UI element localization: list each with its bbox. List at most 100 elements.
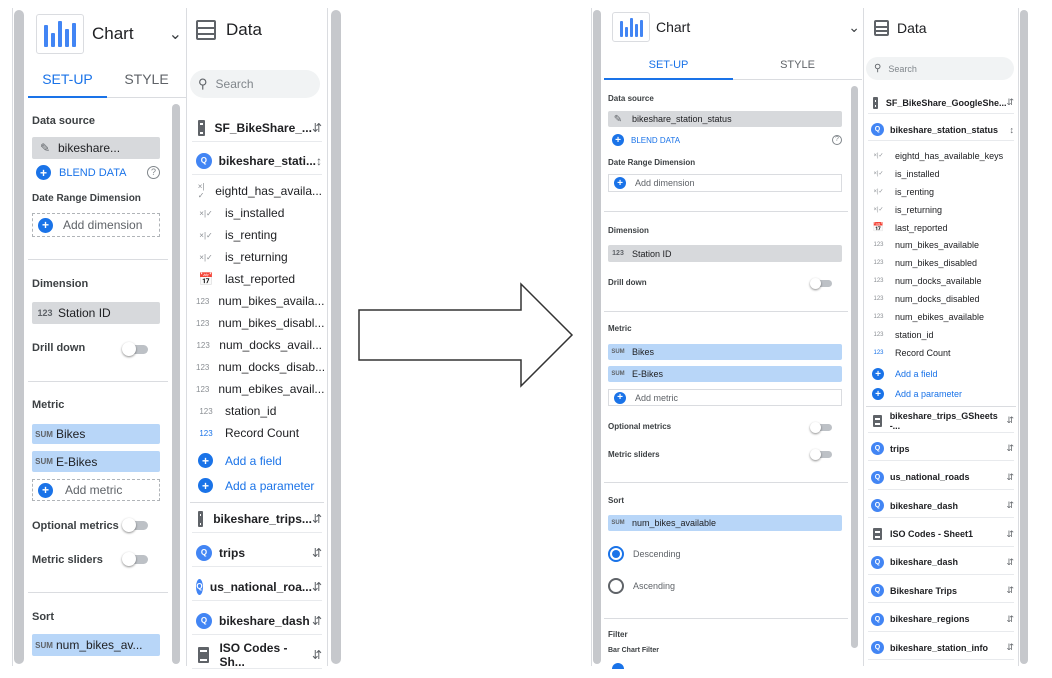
add-dimension-button[interactable]: + Add dimension xyxy=(608,174,842,192)
expand-icon[interactable]: ⇵ xyxy=(312,546,322,560)
field-item[interactable]: 123 Record Count xyxy=(871,344,1014,362)
source-item[interactable]: Qtrips ⇵ xyxy=(192,539,322,567)
expand-icon[interactable]: ⇵ xyxy=(1006,443,1014,454)
field-item[interactable]: ×|✓ eightd_has_available_keys xyxy=(871,147,1014,165)
data-source-chip[interactable]: ✎ bikeshare_station_status xyxy=(608,111,842,127)
chevron-down-icon[interactable]: ⌄ xyxy=(848,19,860,36)
source-item[interactable]: ISO Codes - Sheet1 ⇵ xyxy=(868,523,1014,547)
metric-sliders-toggle[interactable] xyxy=(122,552,148,566)
expand-icon[interactable]: ⇵ xyxy=(312,512,322,526)
tab-style[interactable]: STYLE xyxy=(107,62,186,97)
field-item[interactable]: ×|✓ is_renting xyxy=(196,224,322,246)
source-item[interactable]: Qbikeshare_dash ⇵ xyxy=(868,494,1014,519)
expand-icon[interactable]: ⇵ xyxy=(312,648,322,662)
source-item[interactable]: Qbikeshare_station_info ⇵ xyxy=(868,636,1014,661)
source-bikeshare-station[interactable]: Q bikeshare_station_status ↕ xyxy=(868,119,1014,141)
chart-header[interactable]: Chart ⌄ xyxy=(36,14,182,54)
source-item[interactable]: Qtrips ⇵ xyxy=(868,437,1014,462)
field-item[interactable]: 123 num_bikes_disabled xyxy=(871,254,1014,272)
expand-icon[interactable]: ⇵ xyxy=(1006,585,1014,596)
collapse-icon[interactable]: ↕ xyxy=(1010,125,1015,135)
source-item[interactable]: Qbikeshare_dash ⇵ xyxy=(868,551,1014,575)
expand-icon[interactable]: ⇵ xyxy=(1006,415,1014,426)
source-item[interactable]: Qus_national_roads ⇵ xyxy=(868,466,1014,490)
sort-chip[interactable]: SUM num_bikes_available xyxy=(608,515,842,531)
expand-icon[interactable]: ⇵ xyxy=(1006,529,1014,540)
add-dimension-button[interactable]: + Add dimension xyxy=(32,213,160,237)
source-item[interactable]: bikeshare_trips_GSheets -... ⇵ xyxy=(868,409,1014,433)
radio-checked[interactable] xyxy=(608,546,624,562)
metric-chip-bikes[interactable]: SUM Bikes xyxy=(32,424,160,444)
outer-scrollbar-right[interactable] xyxy=(331,10,341,664)
field-item[interactable]: ×|✓ is_installed xyxy=(871,165,1014,183)
expand-icon[interactable]: ⇵ xyxy=(312,121,322,135)
chevron-down-icon[interactable]: ⌄ xyxy=(169,24,182,44)
tab-setup[interactable]: SET-UP xyxy=(28,62,107,98)
filter-add-icon[interactable] xyxy=(612,663,624,669)
tab-style[interactable]: STYLE xyxy=(733,52,862,79)
blend-plus-icon[interactable]: + xyxy=(612,134,624,146)
source-sf-bikeshare[interactable]: SF_BikeShare_... ⇵ xyxy=(192,114,322,142)
field-item[interactable]: 123 station_id xyxy=(196,400,322,422)
metric-chip-ebikes[interactable]: SUM E-Bikes xyxy=(32,451,160,472)
add-metric-button[interactable]: + Add metric xyxy=(32,479,160,501)
field-item[interactable]: ×|✓ is_returning xyxy=(196,246,322,268)
expand-icon[interactable]: ⇵ xyxy=(1006,500,1014,511)
expand-icon[interactable]: ⇵ xyxy=(312,614,322,628)
setup-scrollbar[interactable] xyxy=(851,86,858,648)
source-item[interactable]: ISO Codes - Sh... ⇵ xyxy=(192,641,322,669)
source-item[interactable]: Qbikeshare_dash ⇵ xyxy=(192,607,322,635)
expand-icon[interactable]: ⇵ xyxy=(1006,614,1014,625)
source-bikeshare-station[interactable]: Q bikeshare_stati... ↕ xyxy=(192,147,322,175)
source-item[interactable]: Qus_national_roa... ⇵ xyxy=(192,573,322,601)
tab-setup[interactable]: SET-UP xyxy=(604,52,733,80)
optional-metrics-toggle[interactable] xyxy=(810,422,832,433)
field-item[interactable]: 123 num_docks_disab... xyxy=(196,356,325,378)
expand-icon[interactable]: ⇵ xyxy=(1006,557,1014,568)
drill-down-toggle[interactable] xyxy=(122,342,148,356)
field-item[interactable]: 123 num_docks_avail... xyxy=(196,334,322,356)
metric-chip-bikes[interactable]: SUM Bikes xyxy=(608,344,842,360)
field-item[interactable]: 123 station_id xyxy=(871,326,1014,344)
source-item[interactable]: Q Bikeshare Trips ⇵ xyxy=(868,579,1014,604)
metric-sliders-toggle[interactable] xyxy=(810,449,832,460)
outer-scrollbar-left[interactable] xyxy=(14,10,24,664)
source-item[interactable]: bikeshare_trips... ⇵ xyxy=(192,505,322,533)
expand-icon[interactable]: ⇵ xyxy=(1006,472,1014,483)
outer-scrollbar-right[interactable] xyxy=(1020,10,1028,664)
search-input[interactable]: ⚲ Search xyxy=(190,70,320,98)
expand-icon[interactable]: ⇵ xyxy=(1006,97,1014,108)
add-parameter-button[interactable]: + Add a parameter xyxy=(198,478,314,493)
expand-icon[interactable]: ⇵ xyxy=(312,580,322,594)
source-item[interactable]: Qbikeshare_regions ⇵ xyxy=(868,608,1014,632)
collapse-icon[interactable]: ↕ xyxy=(316,154,322,168)
field-item[interactable]: 123 num_bikes_available xyxy=(871,236,1014,254)
blend-data-button[interactable]: BLEND DATA xyxy=(59,167,126,179)
chart-header[interactable]: Chart ⌄ xyxy=(612,12,860,42)
sort-chip[interactable]: SUM num_bikes_av... xyxy=(32,634,160,656)
search-input[interactable]: ⚲ Search xyxy=(866,57,1014,80)
field-item[interactable]: 123 Record Count xyxy=(196,422,322,444)
field-item[interactable]: 123 num_bikes_availa... xyxy=(196,290,324,312)
add-field-button[interactable]: + Add a field xyxy=(872,368,938,380)
field-item[interactable]: 123 num_docks_available xyxy=(871,272,1014,290)
outer-scrollbar-left[interactable] xyxy=(593,10,601,664)
field-item[interactable]: 📅 last_reported xyxy=(871,219,1014,237)
field-item[interactable]: 123 num_docks_disabled xyxy=(871,290,1014,308)
add-metric-button[interactable]: + Add metric xyxy=(608,389,842,406)
help-icon[interactable]: ? xyxy=(832,135,842,145)
sort-ascending-option[interactable]: Ascending xyxy=(608,578,675,594)
field-item[interactable]: ×|✓ eightd_has_availa... xyxy=(196,180,322,202)
field-item[interactable]: ×|✓ is_returning xyxy=(871,201,1014,219)
dimension-chip[interactable]: 123 Station ID xyxy=(608,245,842,262)
expand-icon[interactable]: ⇵ xyxy=(1006,642,1014,653)
blend-data-button[interactable]: BLEND DATA xyxy=(631,136,680,145)
blend-plus-icon[interactable]: + xyxy=(36,165,51,180)
field-item[interactable]: 123 num_bikes_disabl... xyxy=(196,312,324,334)
field-item[interactable]: 123 num_ebikes_available xyxy=(871,308,1014,326)
field-item[interactable]: 123 num_ebikes_avail... xyxy=(196,378,324,400)
dimension-chip[interactable]: 123 Station ID xyxy=(32,302,160,324)
radio-unchecked[interactable] xyxy=(608,578,624,594)
help-icon[interactable]: ? xyxy=(147,166,160,179)
sort-descending-option[interactable]: Descending xyxy=(608,546,681,562)
